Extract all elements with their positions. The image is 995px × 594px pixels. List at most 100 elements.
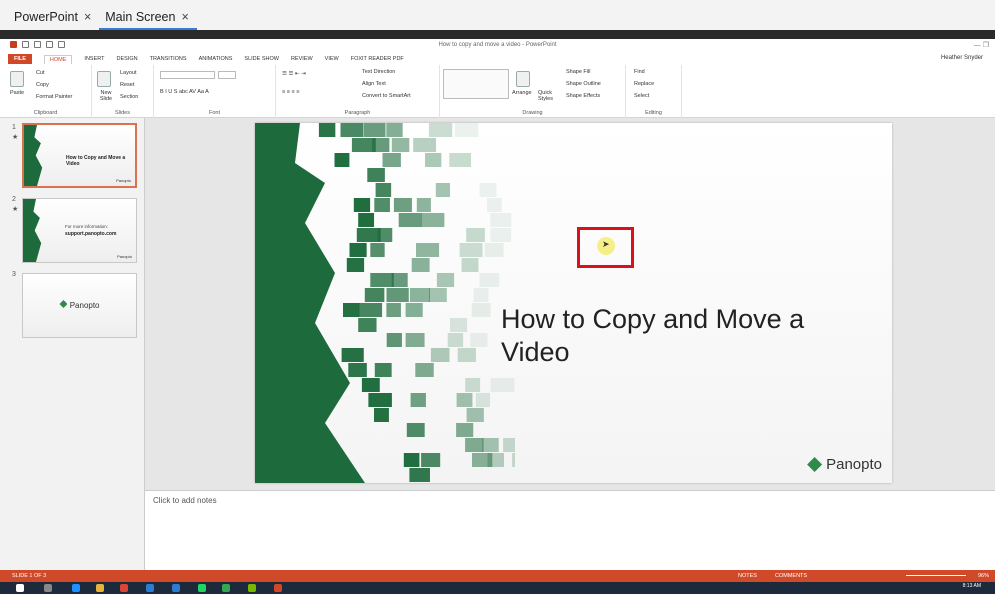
current-slide[interactable]: How to Copy and Move a Video Panopto ➤: [255, 123, 892, 483]
format-painter-button[interactable]: Format Painter: [36, 94, 72, 100]
taskbar: 8:13 AM: [0, 582, 995, 594]
outer-tab-main-screen[interactable]: Main Screen ×: [99, 10, 197, 30]
outer-tab-strip: PowerPoint × Main Screen ×: [0, 0, 995, 30]
title-bar: How to copy and move a video - PowerPoin…: [0, 39, 995, 53]
pixel-art-decoration: [24, 125, 43, 186]
ribbon: Paste Cut Copy Format Painter Clipboard …: [0, 65, 995, 118]
slides-group: New Slide Layout Reset Section Slides: [92, 65, 154, 118]
paragraph-label: Paragraph: [344, 110, 371, 116]
thumbnail-url: support.panopto.com: [65, 231, 117, 237]
window-controls[interactable]: — ❐: [974, 41, 989, 49]
edge-icon[interactable]: [72, 584, 80, 592]
tab-view[interactable]: VIEW: [325, 56, 339, 62]
animation-star-icon: ★: [12, 134, 19, 141]
tab-insert[interactable]: INSERT: [84, 56, 104, 62]
tab-animations[interactable]: ANIMATIONS: [199, 56, 233, 62]
slide-number: 3: [12, 271, 16, 278]
font-label: Font: [208, 110, 220, 116]
paste-icon[interactable]: [10, 71, 24, 87]
outer-tab-label: Main Screen: [105, 10, 176, 24]
shapes-gallery[interactable]: [443, 69, 509, 99]
powerpoint-taskbar-icon[interactable]: [274, 584, 282, 592]
tab-foxit-reader-pdf[interactable]: FOXIT READER PDF: [351, 56, 404, 62]
panopto-logo-icon: [59, 300, 68, 308]
shape-fill-button[interactable]: Shape Fill: [566, 69, 590, 75]
slide-thumbnail-1[interactable]: How to Copy and Move a Video Panopto: [22, 123, 137, 188]
close-icon[interactable]: ×: [181, 10, 188, 24]
windows-start-icon[interactable]: [16, 584, 24, 592]
reset-button[interactable]: Reset: [120, 82, 134, 88]
editing-label: Editing: [645, 110, 662, 116]
status-bar: SLIDE 1 OF 3 NOTES COMMENTS 96%: [0, 570, 995, 582]
spotify-icon[interactable]: [198, 584, 206, 592]
copy-button[interactable]: Copy: [36, 82, 49, 88]
new-slide-button[interactable]: New Slide: [95, 90, 117, 102]
bullets-icon[interactable]: ☰ ☰ ⇤ ⇥: [282, 71, 306, 77]
thumbnail-brand-text: Panopto: [69, 301, 100, 310]
comments-toggle[interactable]: COMMENTS: [775, 573, 807, 579]
arrange-button[interactable]: Arrange: [512, 90, 532, 96]
replace-button[interactable]: Replace: [634, 81, 654, 87]
notes-toggle[interactable]: NOTES: [738, 573, 757, 579]
slide-count: SLIDE 1 OF 3: [12, 573, 47, 579]
tab-transitions[interactable]: TRANSITIONS: [150, 56, 187, 62]
chrome-icon[interactable]: [120, 584, 128, 592]
notes-placeholder: Click to add notes: [153, 496, 217, 505]
slide-number: 1: [12, 124, 16, 131]
document-title: How to copy and move a video - PowerPoin…: [438, 42, 557, 48]
zoom-slider[interactable]: [906, 575, 966, 576]
slide-title[interactable]: How to Copy and Move a Video: [501, 303, 841, 369]
font-name-field[interactable]: [160, 71, 215, 79]
thumbnail-title: How to Copy and Move a Video: [66, 155, 126, 167]
thumbnail-subtitle: For more information:: [65, 224, 109, 229]
tab-slide-show[interactable]: SLIDE SHOW: [244, 56, 279, 62]
close-icon[interactable]: ×: [84, 10, 91, 24]
slide-thumbnail-3[interactable]: Panopto: [22, 273, 137, 338]
taskbar-clock[interactable]: 8:13 AM: [963, 583, 981, 589]
tab-file[interactable]: FILE: [8, 54, 32, 64]
slide-thumbnail-2[interactable]: For more information: support.panopto.co…: [22, 198, 137, 263]
clipboard-group: Paste Cut Copy Format Painter Clipboard: [0, 65, 92, 118]
user-name[interactable]: Heather Snyder: [941, 55, 983, 61]
layout-button[interactable]: Layout: [120, 70, 137, 76]
ribbon-tab-bar: FILE HOME INSERT DESIGN TRANSITIONS ANIM…: [0, 53, 995, 65]
convert-smartart-button[interactable]: Convert to SmartArt: [362, 93, 411, 99]
slide-editor: How to Copy and Move a Video Panopto ➤: [145, 118, 995, 490]
notes-pane[interactable]: Click to add notes: [145, 490, 995, 570]
word-icon[interactable]: [146, 584, 154, 592]
zoom-level[interactable]: 96%: [978, 573, 989, 579]
outer-tab-powerpoint[interactable]: PowerPoint ×: [8, 10, 99, 30]
slides-label: Slides: [115, 110, 130, 116]
outlook-icon[interactable]: [172, 584, 180, 592]
thumbnail-brand: Panopto: [116, 178, 131, 183]
shape-effects-button[interactable]: Shape Effects: [566, 93, 600, 99]
cut-button[interactable]: Cut: [36, 70, 45, 76]
select-button[interactable]: Select: [634, 93, 649, 99]
clipboard-label: Clipboard: [33, 110, 58, 116]
new-slide-icon[interactable]: [97, 71, 111, 87]
tab-review[interactable]: REVIEW: [291, 56, 313, 62]
task-view-icon[interactable]: [44, 584, 52, 592]
panopto-app-icon[interactable]: [222, 584, 230, 592]
editing-group: Find Replace Select Editing: [626, 65, 682, 118]
nvidia-icon[interactable]: [248, 584, 256, 592]
file-explorer-icon[interactable]: [96, 584, 104, 592]
slide-brand: Panopto: [807, 456, 882, 473]
font-size-field[interactable]: [218, 71, 236, 79]
quick-styles-button[interactable]: Quick Styles: [538, 90, 560, 102]
arrange-icon[interactable]: [516, 71, 530, 87]
text-direction-button[interactable]: Text Direction: [362, 69, 395, 75]
tab-home[interactable]: HOME: [43, 54, 73, 64]
slide-thumbnail-pane: 1 ★ How to Copy and Move a Video Panopto…: [0, 118, 145, 570]
align-icons[interactable]: ≡ ≡ ≡ ≡: [282, 89, 299, 95]
shape-outline-button[interactable]: Shape Outline: [566, 81, 601, 87]
thumbnail-brand: Panopto: [117, 254, 132, 259]
section-button[interactable]: Section: [120, 94, 138, 100]
tab-design[interactable]: DESIGN: [117, 56, 138, 62]
paste-button[interactable]: Paste: [10, 90, 24, 96]
font-group: B I U S abc AV Aa A Font: [154, 65, 276, 118]
font-formatting-buttons[interactable]: B I U S abc AV Aa A: [160, 89, 209, 95]
pixel-art-decoration: [255, 123, 515, 483]
align-text-button[interactable]: Align Text: [362, 81, 386, 87]
find-button[interactable]: Find: [634, 69, 645, 75]
